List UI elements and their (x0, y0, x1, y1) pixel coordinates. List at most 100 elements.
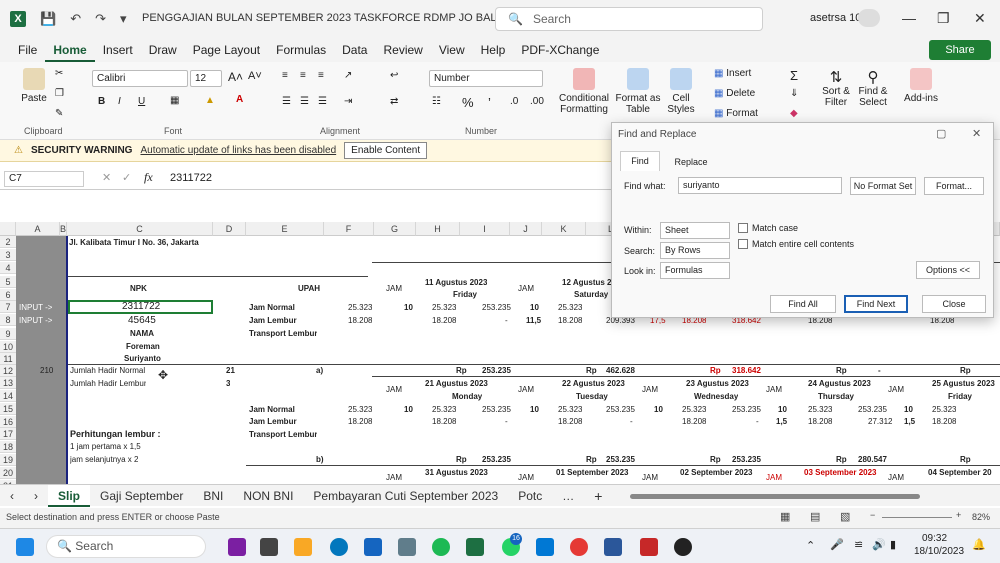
fill-icon[interactable]: ⇓ (790, 88, 798, 99)
input-value[interactable]: 45645 (128, 315, 156, 326)
add-ins-button[interactable]: Add-ins (902, 68, 940, 104)
increase-font-icon[interactable]: A˄ (228, 70, 243, 84)
close-window-icon[interactable]: ✕ (974, 10, 986, 27)
menu-file[interactable]: File (10, 38, 45, 62)
percent-icon[interactable]: % (462, 95, 474, 110)
column-header[interactable]: J (510, 222, 542, 236)
menu-home[interactable]: Home (45, 38, 95, 62)
row-header[interactable]: 6 (0, 289, 16, 301)
no-format-set-button[interactable]: No Format Set (850, 177, 916, 195)
decrease-decimal-icon[interactable]: .00 (530, 96, 544, 107)
menu-insert[interactable]: Insert (95, 38, 141, 62)
sheet-tab[interactable]: Pembayaran Cuti September 2023 (303, 485, 508, 507)
search-select[interactable]: By Rows (660, 242, 730, 259)
column-header[interactable]: I (460, 222, 510, 236)
save-icon[interactable]: 💾 (40, 11, 56, 27)
number-format-select[interactable]: Number (429, 70, 543, 87)
menu-data[interactable]: Data (334, 38, 375, 62)
decrease-font-icon[interactable]: A˅ (248, 70, 262, 82)
indent-icon[interactable]: ⇥ (344, 96, 352, 107)
row-header[interactable]: 14 (0, 390, 16, 402)
row-header[interactable]: 13 (0, 377, 16, 389)
look-in-select[interactable]: Formulas (660, 262, 730, 279)
autosum-icon[interactable]: Σ (790, 68, 798, 83)
cut-icon[interactable]: ✂ (55, 68, 63, 79)
row-header[interactable]: 20 (0, 467, 16, 479)
menu-review[interactable]: Review (375, 38, 430, 62)
microphone-icon[interactable]: 🎤 (830, 538, 844, 551)
fill-color-icon[interactable]: ▲ (205, 95, 215, 106)
column-header[interactable]: G (374, 222, 416, 236)
store-icon[interactable] (364, 538, 382, 556)
tab-find[interactable]: Find (620, 151, 660, 171)
row-header[interactable]: 4 (0, 262, 16, 274)
column-header[interactable]: B (60, 222, 67, 236)
row-header[interactable]: 12 (0, 365, 16, 377)
align-center-icon[interactable]: ☰ (300, 96, 309, 107)
paste-button[interactable]: Paste (16, 68, 52, 104)
enter-icon[interactable]: ✓ (122, 171, 131, 184)
delete-cells-button[interactable]: ▦ Delete (714, 88, 755, 99)
format-as-table-button[interactable]: Format as Table (614, 68, 662, 115)
wrap-text-icon[interactable]: ↩ (390, 70, 398, 81)
start-icon[interactable] (16, 538, 34, 556)
volume-icon[interactable]: 🔊 (872, 538, 886, 551)
column-header[interactable]: A (16, 222, 60, 236)
page-break-icon[interactable]: ▧ (840, 510, 850, 523)
spotify-icon[interactable] (432, 538, 450, 556)
formula-input[interactable]: 2311722 (170, 172, 212, 184)
restore-icon[interactable]: ❐ (937, 10, 950, 27)
row-header[interactable]: 17 (0, 428, 16, 440)
edge-icon[interactable] (330, 538, 348, 556)
row-header[interactable]: 15 (0, 403, 16, 415)
increase-decimal-icon[interactable]: .0 (510, 96, 518, 107)
sheet-tab[interactable]: Slip (48, 484, 91, 507)
match-entire-checkbox[interactable] (738, 239, 748, 249)
italic-icon[interactable]: I (118, 96, 121, 107)
row-header[interactable]: 7 (0, 301, 16, 313)
pdf-icon[interactable] (640, 538, 658, 556)
more-tabs-icon[interactable]: … (552, 485, 584, 507)
menu-formulas[interactable]: Formulas (268, 38, 334, 62)
minimize-icon[interactable]: — (902, 10, 916, 26)
menu-view[interactable]: View (431, 38, 473, 62)
row-header[interactable]: 18 (0, 441, 16, 453)
format-cells-button[interactable]: ▦ Format (714, 108, 758, 119)
row-header[interactable]: 9 (0, 328, 16, 340)
currency-icon[interactable]: ☷ (432, 96, 441, 107)
within-select[interactable]: Sheet (660, 222, 730, 239)
tray-chevron-icon[interactable]: ⌃ (806, 539, 815, 552)
normal-view-icon[interactable]: ▦ (780, 510, 790, 523)
sheet-tab[interactable]: Potc (508, 485, 552, 507)
format-painter-icon[interactable]: ✎ (55, 108, 63, 119)
column-header[interactable]: C (67, 222, 213, 236)
customize-icon[interactable]: ▾ (120, 11, 127, 27)
undo-icon[interactable]: ↶ (70, 11, 81, 27)
tab-replace[interactable]: Replace (666, 153, 716, 171)
folder-icon[interactable] (294, 538, 312, 556)
zoom-out-icon[interactable]: − (870, 510, 875, 520)
align-left-icon[interactable]: ☰ (282, 96, 291, 107)
page-layout-icon[interactable]: ▤ (810, 510, 820, 523)
align-right-icon[interactable]: ☰ (318, 96, 327, 107)
search-box[interactable]: 🔍 Search (495, 7, 763, 31)
column-header[interactable]: F (324, 222, 374, 236)
column-header[interactable]: E (246, 222, 324, 236)
find-all-button[interactable]: Find All (770, 295, 836, 313)
align-bottom-icon[interactable]: ≡ (318, 70, 324, 81)
comma-icon[interactable]: ’ (488, 95, 491, 110)
app-icon[interactable] (228, 538, 246, 556)
redo-icon[interactable]: ↷ (95, 11, 106, 27)
outlook-icon[interactable] (536, 538, 554, 556)
clock-time[interactable]: 09:32 (922, 533, 947, 544)
zoom-level[interactable]: 82% (972, 512, 990, 522)
zoom-slider[interactable] (882, 517, 952, 518)
tab-scroll-left-icon[interactable]: ‹ (0, 485, 24, 507)
task-view-icon[interactable] (260, 538, 278, 556)
menu-page-layout[interactable]: Page Layout (185, 38, 268, 62)
sheet-tab[interactable]: Gaji September (90, 485, 193, 507)
align-top-icon[interactable]: ≡ (282, 70, 288, 81)
maximize-icon[interactable]: ▢ (936, 127, 946, 140)
format-button[interactable]: Format... (924, 177, 984, 195)
select-all-corner[interactable] (0, 222, 16, 236)
